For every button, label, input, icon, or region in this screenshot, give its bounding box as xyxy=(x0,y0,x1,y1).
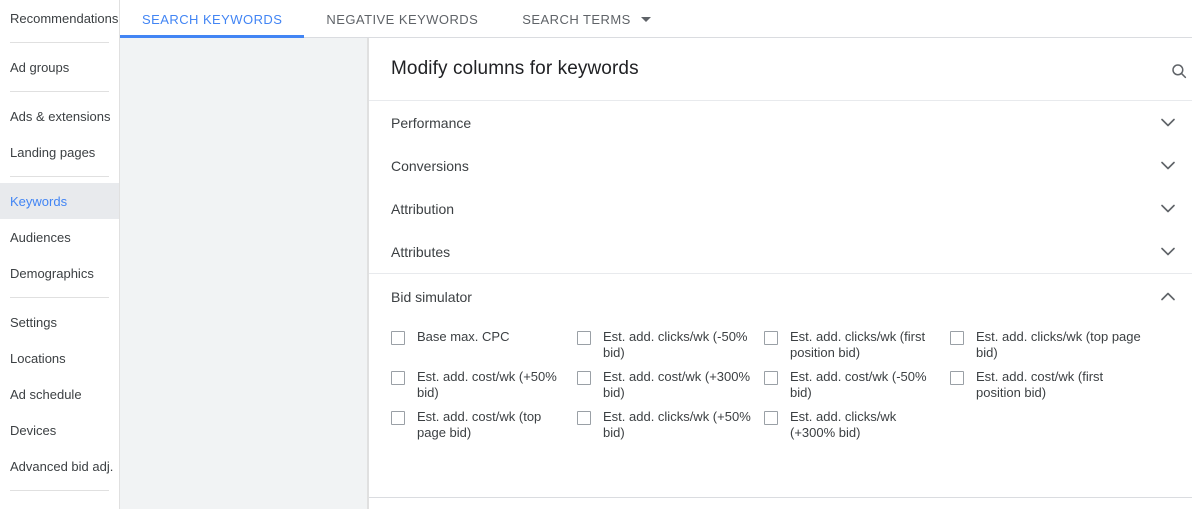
tab-search-terms[interactable]: SEARCH TERMS xyxy=(500,0,672,38)
chevron-down-icon[interactable] xyxy=(1158,116,1178,130)
checkbox-label[interactable]: Est. add. cost/wk (first position bid) xyxy=(976,369,1142,401)
checkbox-option[interactable]: Est. add. cost/wk (top page bid) xyxy=(391,409,577,441)
tab-negative-keywords[interactable]: NEGATIVE KEYWORDS xyxy=(304,0,500,38)
sidebar-item-label: Audiences xyxy=(10,229,71,245)
checkbox-row: Est. add. cost/wk (+50% bid) Est. add. co… xyxy=(391,369,1170,401)
checkbox-option[interactable]: Est. add. clicks/wk (first position bid) xyxy=(764,329,950,361)
section-header-bid-simulator[interactable]: Bid simulator xyxy=(369,274,1192,319)
checkbox-label[interactable]: Est. add. clicks/wk (first position bid) xyxy=(790,329,942,361)
sidebar-item-ad-groups[interactable]: Ad groups xyxy=(0,49,119,85)
sidebar-item-keywords[interactable]: Keywords xyxy=(0,183,119,219)
chevron-up-icon[interactable] xyxy=(1158,290,1178,304)
sidebar-item-label: Ad groups xyxy=(10,59,70,75)
sidebar-item-ad-schedule[interactable]: Ad schedule xyxy=(0,376,119,412)
sidebar-item-audiences[interactable]: Audiences xyxy=(0,219,119,255)
checkbox-row: Est. add. cost/wk (top page bid) Est. add… xyxy=(391,409,1170,441)
section-header-attributes[interactable]: Attributes xyxy=(369,230,1192,273)
page-title: Modify columns for keywords xyxy=(391,58,639,79)
sidebar-item-ads-extensions[interactable]: Ads & extensions xyxy=(0,98,119,134)
section-header-attribution[interactable]: Attribution xyxy=(369,187,1192,230)
checkbox-option[interactable]: Base max. CPC xyxy=(391,329,577,361)
sidebar-item-label: Demographics xyxy=(10,265,94,281)
section-header-performance[interactable]: Performance xyxy=(369,101,1192,144)
checkbox-option[interactable]: Est. add. clicks/wk (-50% bid) xyxy=(577,329,764,361)
sidebar-item-label: Locations xyxy=(10,350,66,366)
checkbox-option[interactable]: Est. add. clicks/wk (+50% bid) xyxy=(577,409,764,441)
bid-simulator-options: Base max. CPC Est. add. clicks/wk (-50% b… xyxy=(369,319,1192,441)
checkbox-input[interactable] xyxy=(577,371,591,385)
sidebar-item-landing-pages[interactable]: Landing pages xyxy=(0,134,119,170)
sidebar-item-settings[interactable]: Settings xyxy=(0,304,119,340)
checkbox-label[interactable]: Est. add. cost/wk (+50% bid) xyxy=(417,369,569,401)
checkbox-input[interactable] xyxy=(391,331,405,345)
section-label: Bid simulator xyxy=(391,288,472,305)
checkbox-option[interactable]: Est. add. cost/wk (-50% bid) xyxy=(764,369,950,401)
checkbox-row: Base max. CPC Est. add. clicks/wk (-50% b… xyxy=(391,329,1170,361)
tab-label: SEARCH TERMS xyxy=(522,11,631,27)
checkbox-input[interactable] xyxy=(391,371,405,385)
sidebar-item-advanced-bid-adj[interactable]: Advanced bid adj. xyxy=(0,448,119,484)
checkbox-label[interactable]: Base max. CPC xyxy=(417,329,509,345)
checkbox-label[interactable]: Est. add. clicks/wk (-50% bid) xyxy=(603,329,756,361)
chevron-down-icon[interactable] xyxy=(1158,159,1178,173)
sidebar-item-devices[interactable]: Devices xyxy=(0,412,119,448)
checkbox-option[interactable]: Est. add. clicks/wk (top page bid) xyxy=(950,329,1150,361)
section-label: Attributes xyxy=(391,243,451,260)
checkbox-label[interactable]: Est. add. cost/wk (top page bid) xyxy=(417,409,569,441)
sidebar-item-label: Landing pages xyxy=(10,144,96,160)
checkbox-label[interactable]: Est. add. clicks/wk (+300% bid) xyxy=(790,409,942,441)
checkbox-option[interactable]: Est. add. cost/wk (+50% bid) xyxy=(391,369,577,401)
section-label: Attribution xyxy=(391,200,455,217)
sidebar-divider xyxy=(10,176,109,177)
sidebar-item-label: Ad schedule xyxy=(10,386,82,402)
tab-label: SEARCH KEYWORDS xyxy=(142,11,283,27)
panel-footer-divider xyxy=(369,497,1192,498)
sidebar-item-locations[interactable]: Locations xyxy=(0,340,119,376)
checkbox-input[interactable] xyxy=(577,411,591,425)
column-sections: Performance Conversions Attribution Attribu… xyxy=(369,101,1192,441)
sidebar-item-label: Ads & extensions xyxy=(10,108,111,124)
checkbox-label[interactable]: Est. add. clicks/wk (+50% bid) xyxy=(603,409,756,441)
chevron-down-icon[interactable] xyxy=(640,16,651,22)
checkbox-label[interactable]: Est. add. clicks/wk (top page bid) xyxy=(976,329,1142,361)
checkbox-input[interactable] xyxy=(764,371,778,385)
checkbox-input[interactable] xyxy=(577,331,591,345)
checkbox-option[interactable]: Est. add. cost/wk (+300% bid) xyxy=(577,369,764,401)
google-ads-app: Recommendations Ad groups Ads & extensions… xyxy=(0,0,1192,509)
checkbox-label[interactable]: Est. add. cost/wk (-50% bid) xyxy=(790,369,942,401)
chevron-down-icon[interactable] xyxy=(1158,202,1178,216)
checkbox-option[interactable]: Est. add. cost/wk (first position bid) xyxy=(950,369,1150,401)
sidebar-divider xyxy=(10,91,109,92)
sidebar-item-label: Devices xyxy=(10,422,57,438)
tab-search-keywords[interactable]: SEARCH KEYWORDS xyxy=(120,0,305,38)
checkbox-input[interactable] xyxy=(950,331,964,345)
section-label: Conversions xyxy=(391,157,469,174)
tab-label: NEGATIVE KEYWORDS xyxy=(326,11,479,27)
sidebar-divider xyxy=(10,297,109,298)
checkbox-input[interactable] xyxy=(391,411,405,425)
panel-header: Modify columns for keywords xyxy=(369,38,1192,101)
checkbox-input[interactable] xyxy=(950,371,964,385)
search-icon[interactable] xyxy=(1166,58,1192,84)
checkbox-input[interactable] xyxy=(764,331,778,345)
sidebar-divider xyxy=(10,490,109,491)
sidebar-item-label: Settings xyxy=(10,314,57,330)
sidebar-item-recommendations[interactable]: Recommendations xyxy=(0,0,119,36)
sidebar-divider xyxy=(10,42,109,43)
sidebar-item-label: Recommendations xyxy=(10,10,119,26)
left-sidebar: Recommendations Ad groups Ads & extensions… xyxy=(0,0,120,509)
tab-bar: SEARCH KEYWORDS NEGATIVE KEYWORDS SEARCH T… xyxy=(120,0,1192,38)
sidebar-item-demographics[interactable]: Demographics xyxy=(0,255,119,291)
section-label: Performance xyxy=(391,114,472,131)
sidebar-item-label: Keywords xyxy=(10,193,68,209)
chevron-down-icon[interactable] xyxy=(1158,245,1178,259)
checkbox-input[interactable] xyxy=(764,411,778,425)
modify-columns-panel: Modify columns for keywords Performance C… xyxy=(368,38,1192,509)
sidebar-item-label: Advanced bid adj. xyxy=(10,458,114,474)
checkbox-option[interactable]: Est. add. clicks/wk (+300% bid) xyxy=(764,409,950,441)
checkbox-label[interactable]: Est. add. cost/wk (+300% bid) xyxy=(603,369,756,401)
content-backdrop xyxy=(120,38,368,509)
section-header-conversions[interactable]: Conversions xyxy=(369,144,1192,187)
